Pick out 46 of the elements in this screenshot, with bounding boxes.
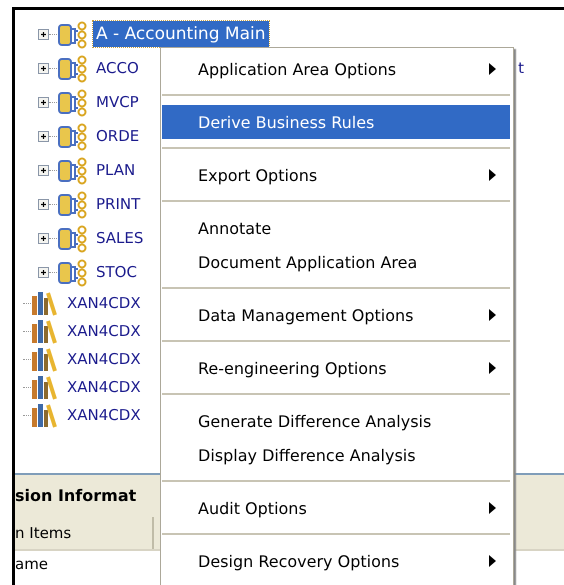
application-area-icon (57, 19, 87, 49)
menu-item[interactable]: Audit Options (162, 491, 510, 525)
expand-icon[interactable] (38, 198, 49, 210)
tree-item[interactable]: XAN4CDX (64, 319, 144, 343)
panel-title: sion Informat (15, 485, 136, 507)
tree-item[interactable]: XAN4CDX (64, 291, 144, 315)
menu-item[interactable]: Annotate (162, 211, 510, 245)
tree-item[interactable]: XAN4CDX (64, 375, 144, 399)
tree-item[interactable]: ACCO (93, 56, 142, 80)
menu-item[interactable]: Re-engineering Options (162, 351, 510, 385)
books-icon (31, 290, 57, 316)
application-area-icon (57, 53, 87, 83)
expand-icon[interactable] (38, 96, 49, 108)
application-area-icon (57, 87, 87, 117)
menu-item[interactable]: Application Area Options (162, 52, 510, 86)
menu-item[interactable]: Derive Business Rules (162, 105, 510, 139)
tree-item[interactable]: STOC (93, 260, 140, 284)
application-area-icon (57, 223, 87, 253)
expand-icon[interactable] (38, 62, 49, 74)
tree-item-text: t (518, 59, 524, 77)
expand-icon[interactable] (38, 28, 49, 40)
menu-item[interactable]: Display Difference Analysis (162, 438, 510, 472)
books-icon (31, 374, 57, 400)
menu-item[interactable]: Generate Difference Analysis (162, 404, 510, 438)
tree-item[interactable]: SALES (93, 226, 146, 250)
books-icon (31, 318, 57, 344)
application-area-icon (57, 121, 87, 151)
expand-icon[interactable] (38, 232, 49, 244)
menu-item[interactable]: Export Options (162, 158, 510, 192)
tree-item[interactable]: XAN4CDX (64, 347, 144, 371)
expand-icon[interactable] (38, 266, 49, 278)
tree-item[interactable]: A - Accounting Main (93, 21, 268, 47)
application-area-icon (57, 155, 87, 185)
menu-item[interactable]: Document Application Area (162, 245, 510, 279)
menu-item[interactable]: Data Management Options (162, 298, 510, 332)
tree-item[interactable]: PRINT (93, 192, 144, 216)
books-icon (31, 346, 57, 372)
tree-item[interactable]: MVCP (93, 90, 142, 114)
books-icon (31, 402, 57, 428)
tree-item[interactable]: XAN4CDX (64, 403, 144, 427)
expand-icon[interactable] (38, 130, 49, 142)
tree-item[interactable]: PLAN (93, 158, 138, 182)
tree-item[interactable]: ORDE (93, 124, 142, 148)
application-area-icon (57, 257, 87, 287)
expand-icon[interactable] (38, 164, 49, 176)
application-area-icon (57, 189, 87, 219)
